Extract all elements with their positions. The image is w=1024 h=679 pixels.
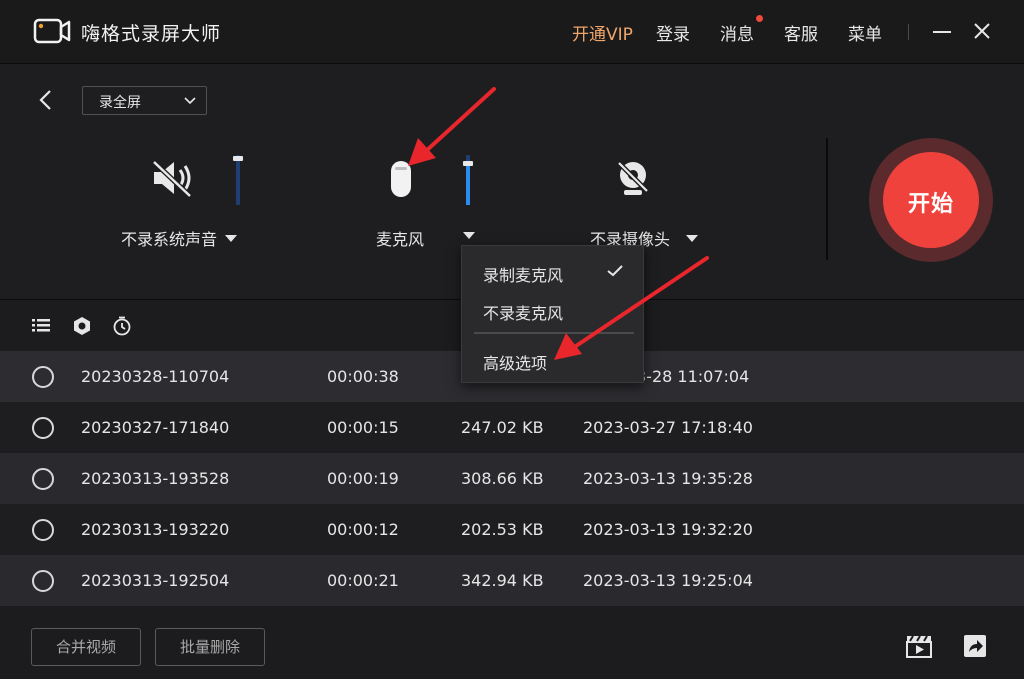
row-select-radio[interactable] [32,570,54,592]
recording-date: 2023-03-13 19:25:04 [583,571,753,590]
title-bar: 嗨格式录屏大师 开通VIP 登录 消息 客服 菜单 [0,0,1024,64]
check-icon [607,265,623,277]
recording-date: 3-28 11:07:04 [636,367,750,386]
recording-name: 20230327-171840 [81,418,230,437]
caret-down-icon [686,235,699,242]
timer-icon[interactable] [112,316,132,336]
table-row[interactable]: 20230313-192504 00:00:21 342.94 KB 2023-… [0,555,1024,606]
back-icon[interactable] [36,88,56,112]
service-link[interactable]: 客服 [784,20,818,45]
recording-name: 20230313-193220 [81,520,230,539]
recording-duration: 00:00:38 [327,367,399,386]
recording-size: 342.94 KB [461,571,544,590]
messages-link[interactable]: 消息 [720,20,754,45]
system-audio-label: 不录系统声音 [121,230,218,249]
recording-duration: 00:00:21 [327,571,399,590]
start-button-label: 开始 [907,192,954,217]
menu-link[interactable]: 菜单 [848,20,882,45]
recording-date: 2023-03-13 19:32:20 [583,520,753,539]
recording-duration: 00:00:19 [327,469,399,488]
menu-item-advanced-options[interactable]: 高级选项 [462,339,643,379]
record-mode-select[interactable]: 录全屏 [82,86,207,115]
menu-item-label: 高级选项 [483,354,548,373]
panel-divider [826,138,828,260]
settings-icon[interactable] [72,316,92,336]
microphone-icon[interactable] [389,159,413,201]
menu-item-label: 不录麦克风 [483,304,564,323]
bottom-bar: 合并视频 批量删除 [0,608,1024,679]
microphone-level-slider[interactable] [463,155,473,205]
batch-delete-button[interactable]: 批量删除 [155,628,265,666]
login-link[interactable]: 登录 [656,20,690,45]
menu-item-label: 录制麦克风 [483,266,564,285]
row-select-radio[interactable] [32,519,54,541]
merge-videos-button[interactable]: 合并视频 [31,628,141,666]
close-icon[interactable] [970,18,994,44]
row-select-radio[interactable] [32,417,54,439]
camera-off-icon[interactable] [614,160,652,198]
caret-down-icon [225,235,238,242]
recording-name: 20230328-110704 [81,367,230,386]
recording-size: 247.02 KB [461,418,544,437]
microphone-label[interactable]: 麦克风 [376,226,424,250]
recording-name: 20230313-193528 [81,469,230,488]
titlebar-separator [908,24,909,40]
recording-duration: 00:00:12 [327,520,399,539]
microphone-menu: 录制麦克风 不录麦克风 高级选项 [461,245,644,383]
system-audio-level-slider[interactable] [233,155,243,205]
recording-size: 202.53 KB [461,520,544,539]
table-row[interactable]: 20230327-171840 00:00:15 247.02 KB 2023-… [0,402,1024,453]
app-logo-icon [33,18,71,44]
share-icon[interactable] [962,633,988,659]
table-row[interactable]: 20230313-193220 00:00:12 202.53 KB 2023-… [0,504,1024,555]
list-icon[interactable] [31,316,51,334]
speaker-muted-icon[interactable] [150,158,196,198]
menu-item-record-mic[interactable]: 录制麦克风 [462,251,643,291]
row-select-radio[interactable] [32,468,54,490]
system-audio-level-knob[interactable] [233,156,243,161]
table-row[interactable]: 20230313-193528 00:00:19 308.66 KB 2023-… [0,453,1024,504]
microphone-caret-icon[interactable] [463,232,475,239]
video-editor-icon[interactable] [905,633,933,659]
system-audio-dropdown[interactable]: 不录系统声音 [121,226,238,250]
record-mode-value: 录全屏 [99,95,141,111]
recording-duration: 00:00:15 [327,418,399,437]
notification-dot [756,15,763,22]
start-record-button[interactable]: 开始 [883,152,979,248]
microphone-level-fill [466,165,470,205]
app-title: 嗨格式录屏大师 [81,23,222,45]
vip-link[interactable]: 开通VIP [572,20,633,45]
recording-date: 2023-03-27 17:18:40 [583,418,753,437]
minimize-icon[interactable] [930,18,954,44]
microphone-level-knob[interactable] [463,161,473,166]
row-select-radio[interactable] [32,366,54,388]
recording-size: 308.66 KB [461,469,544,488]
recording-date: 2023-03-13 19:35:28 [583,469,753,488]
chevron-down-icon [184,97,196,105]
recording-name: 20230313-192504 [81,571,230,590]
menu-item-no-mic[interactable]: 不录麦克风 [462,289,643,329]
menu-separator [474,332,634,334]
